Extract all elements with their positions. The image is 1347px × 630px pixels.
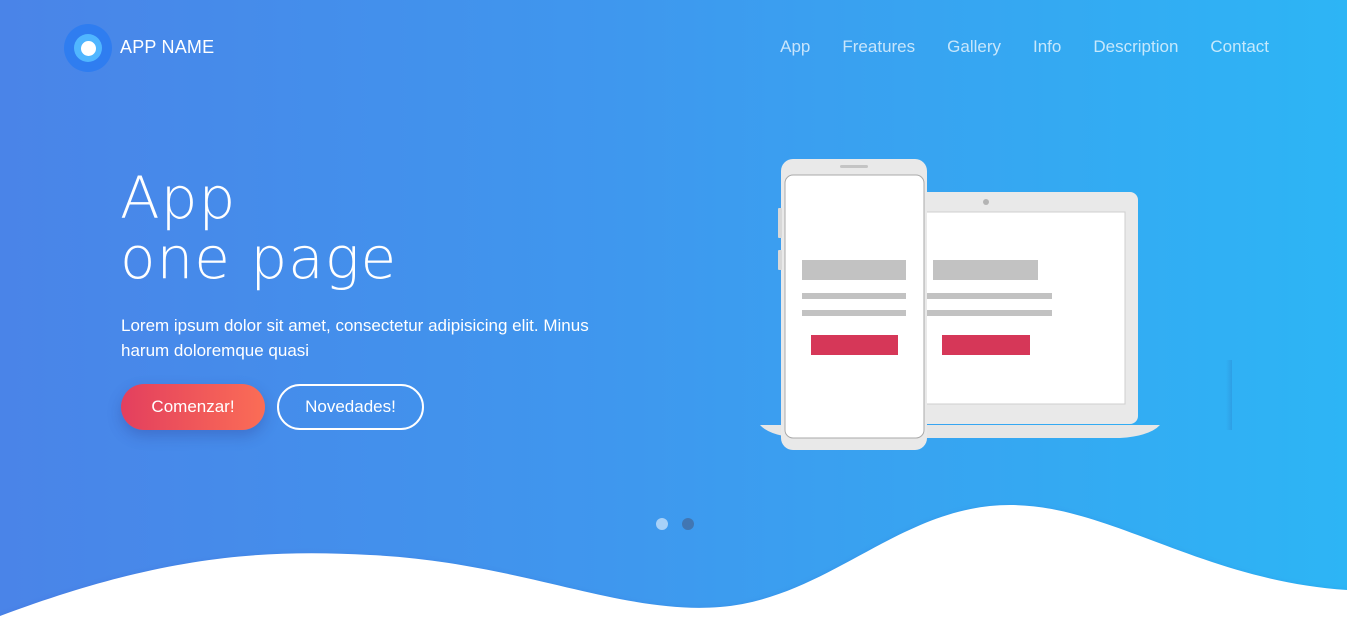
phone-placeholder-button (811, 335, 898, 355)
phone-side-button-2 (778, 250, 782, 270)
nav-item-gallery[interactable]: Gallery (947, 37, 1001, 57)
laptop-placeholder-block (933, 260, 1038, 280)
decorative-shadow (1226, 360, 1232, 430)
start-button[interactable]: Comenzar! (121, 384, 265, 430)
phone-side-button-1 (778, 208, 782, 238)
phone-screen (784, 174, 925, 439)
hero-description: Lorem ipsum dolor sit amet, consectetur … (121, 316, 589, 360)
nav-item-description[interactable]: Description (1093, 37, 1178, 57)
laptop-placeholder-button (942, 335, 1030, 355)
hero-title-line-1: App (120, 164, 237, 232)
laptop-placeholder-line-1 (925, 293, 1052, 299)
phone-speaker (840, 165, 868, 168)
devices-illustration (760, 159, 1160, 450)
nav-item-contact[interactable]: Contact (1210, 37, 1269, 57)
phone-placeholder-block (802, 260, 906, 280)
logo-dot (80, 40, 96, 56)
nav-item-app[interactable]: App (780, 37, 810, 57)
logo-ring (74, 34, 102, 62)
laptop-placeholder-line-2 (925, 310, 1052, 316)
news-button[interactable]: Novedades! (277, 384, 424, 430)
nav-item-info[interactable]: Info (1033, 37, 1061, 57)
main-nav: App Freatures Gallery Info Description C… (780, 37, 1269, 57)
nav-item-features[interactable]: Freatures (842, 37, 915, 57)
hero-title-line-2: one page (120, 224, 398, 292)
laptop-screen (922, 211, 1126, 405)
slider-dot-1[interactable] (656, 518, 668, 530)
phone-placeholder-line-1 (802, 293, 906, 299)
slider-pagination (656, 518, 694, 530)
hero-title: App one page (120, 168, 397, 288)
app-logo-icon[interactable] (64, 24, 112, 72)
laptop-camera (983, 199, 989, 205)
phone-placeholder-line-2 (802, 310, 906, 316)
slider-dot-2[interactable] (682, 518, 694, 530)
hero-section: APP NAME App Freatures Gallery Info Desc… (0, 0, 1347, 630)
brand-name[interactable]: APP NAME (120, 37, 214, 58)
